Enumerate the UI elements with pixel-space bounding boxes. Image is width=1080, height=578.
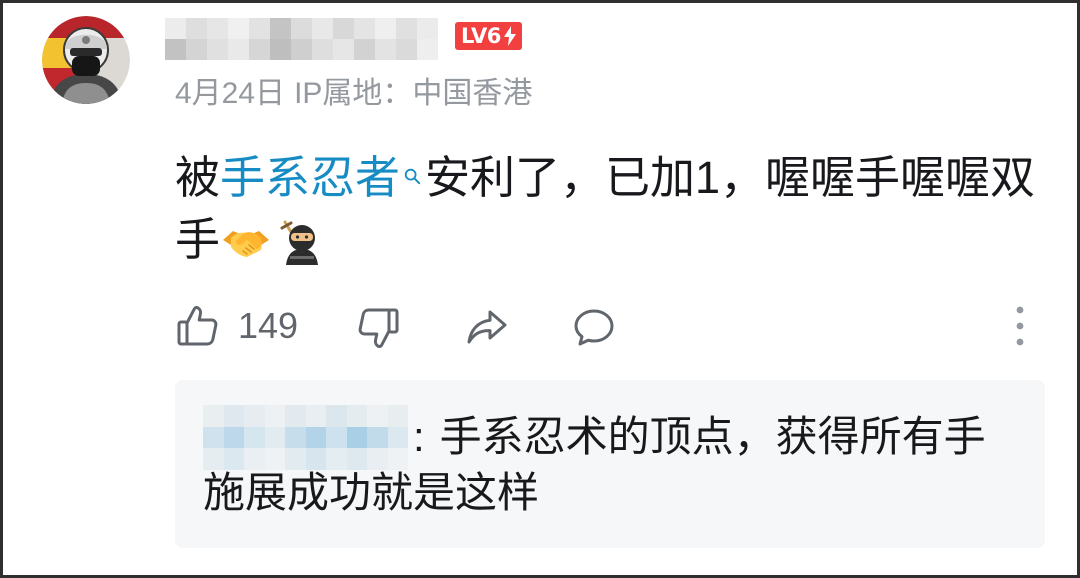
thumbs-up-icon (177, 306, 218, 346)
ninja-emoji-icon (280, 220, 319, 265)
level-label: LV6 (461, 24, 501, 48)
mosaic-cell (333, 39, 354, 60)
like-button[interactable] (174, 302, 222, 350)
mosaic-cell (312, 39, 333, 60)
mosaic-cell (249, 39, 270, 60)
reply-text: 手系忍术的顶点，获得所有手施展成功就是这样 (203, 413, 986, 516)
comment-icon (574, 309, 614, 346)
mosaic-cell (186, 18, 207, 39)
avatar-image (42, 16, 130, 104)
more-vertical-icon (1016, 306, 1024, 346)
avatar[interactable] (42, 16, 130, 104)
mosaic-cell (186, 39, 207, 60)
mosaic-cell (207, 18, 228, 39)
mosaic-cell (291, 18, 312, 39)
mosaic-cell (375, 18, 396, 39)
comment-meta: 4月24日 IP属地：中国香港 (175, 77, 532, 111)
mosaic-cell (375, 39, 396, 60)
reply-separator: : (413, 413, 425, 460)
mosaic-cell (396, 18, 417, 39)
comment-screenshot: LV6 4月24日 IP属地：中国香港 被手系忍者 安利了，已加1，喔喔手喔喔双手 … (0, 0, 1080, 578)
mosaic-cell (333, 18, 354, 39)
search-icon[interactable] (403, 167, 421, 185)
mosaic-cell (354, 39, 375, 60)
mosaic-cell (249, 18, 270, 39)
mosaic-cell (354, 18, 375, 39)
mosaic-cell (270, 18, 291, 39)
more-button[interactable] (1008, 305, 1032, 347)
mosaic-cell (165, 18, 186, 39)
handshake-emoji-icon (223, 231, 270, 257)
level-badge: LV6 (455, 22, 522, 50)
like-count: 149 (238, 305, 299, 346)
reply-content: : 手系忍术的顶点，获得所有手施展成功就是这样 (203, 409, 1017, 521)
mosaic-cell (207, 39, 228, 60)
mosaic-cell (270, 39, 291, 60)
lightning-icon (503, 26, 516, 46)
ip-location: IP属地：中国香港 (294, 77, 533, 110)
mosaic-cell (228, 39, 249, 60)
username-redacted[interactable] (165, 18, 438, 60)
thumbs-down-icon (358, 308, 399, 348)
content-prefix: 被 (175, 152, 221, 203)
share-icon (467, 310, 507, 344)
mosaic-cell (312, 18, 333, 39)
reply-preview[interactable]: : 手系忍术的顶点，获得所有手施展成功就是这样 (175, 380, 1045, 548)
dislike-button[interactable] (354, 304, 402, 352)
mosaic-cell (228, 18, 249, 39)
comment-content: 被手系忍者 安利了，已加1，喔喔手喔喔双手 (175, 147, 1045, 271)
share-button[interactable] (463, 303, 511, 351)
mosaic-cell (417, 18, 438, 39)
mosaic-cell (165, 39, 186, 60)
comment-date: 4月24日 (175, 77, 286, 110)
keyword-link[interactable]: 手系忍者 (220, 152, 400, 203)
mosaic-cell (417, 39, 438, 60)
reply-button[interactable] (570, 303, 618, 351)
mosaic-cell (396, 39, 417, 60)
mosaic-cell (291, 39, 312, 60)
